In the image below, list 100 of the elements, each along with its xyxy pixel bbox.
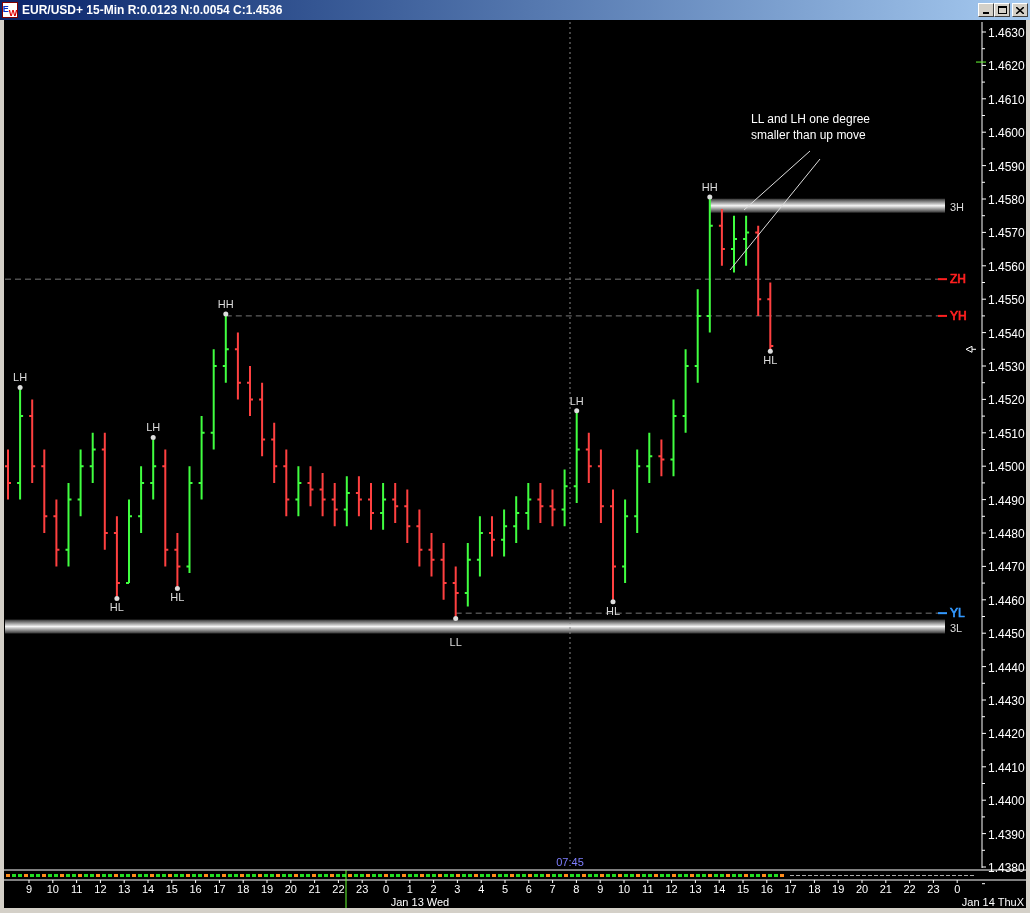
price-axis-label: 1.4570 xyxy=(988,226,1025,241)
crosshair-time-label: 07:45 xyxy=(556,856,584,868)
time-axis-label: 22 xyxy=(332,883,345,895)
pivot-label: LH xyxy=(13,371,28,384)
price-bar xyxy=(330,481,339,528)
time-axis-label: 20 xyxy=(855,883,869,895)
time-axis-label: 23 xyxy=(356,883,369,895)
price-axis-label: 1.4470 xyxy=(988,560,1025,575)
time-axis-label: 3 xyxy=(454,883,461,895)
pivot-label: HH xyxy=(217,297,234,310)
price-axis-label: 1.4420 xyxy=(988,727,1025,742)
pivot-label: LL xyxy=(449,635,462,648)
price-bar xyxy=(342,475,351,528)
pivot-dot xyxy=(453,616,459,621)
price-axis-label: 1.4450 xyxy=(988,627,1025,642)
price-bar xyxy=(282,448,291,518)
price-axis-label: 1.4390 xyxy=(988,827,1025,842)
maximize-icon xyxy=(997,6,1007,14)
price-axis-label: 1.4590 xyxy=(988,159,1025,174)
price-axis-label: 1.4480 xyxy=(988,527,1025,541)
time-axis-label: 19 xyxy=(260,883,274,895)
time-axis-label: 4 xyxy=(478,883,485,895)
pivot-label: LH xyxy=(569,394,584,407)
time-axis-label: 11 xyxy=(642,883,654,895)
price-axis-label: 1.4600 xyxy=(988,126,1025,141)
price-axis-label: 1.4620 xyxy=(988,59,1025,74)
price-bar xyxy=(766,281,775,351)
pivot-label: HH xyxy=(701,181,718,193)
pivot-label: HL xyxy=(763,354,778,367)
time-axis-label: 20 xyxy=(284,883,297,895)
pivot-label: LH xyxy=(146,421,161,434)
close-button[interactable] xyxy=(1012,3,1028,17)
price-axis-label: 1.4530 xyxy=(988,360,1025,374)
price-axis-label: 1.4500 xyxy=(988,460,1025,475)
price-line xyxy=(975,61,987,63)
pivot-dot xyxy=(223,311,229,317)
pivot-dot xyxy=(767,348,773,354)
price-bar xyxy=(415,508,424,568)
time-axis-label: 22 xyxy=(903,883,916,895)
price-axis-label: 1.4610 xyxy=(988,92,1025,107)
price-axis-label: 1.4520 xyxy=(988,393,1025,408)
time-axis-label: 7 xyxy=(549,883,556,895)
pivot-dot xyxy=(150,435,156,440)
time-axis-label: 13 xyxy=(118,883,131,895)
time-axis-label: 12 xyxy=(665,883,678,895)
maximize-button[interactable] xyxy=(994,3,1010,17)
time-axis-label: 15 xyxy=(165,883,178,895)
price-bar xyxy=(488,515,496,558)
minimize-button[interactable] xyxy=(978,3,994,17)
price-bar xyxy=(306,465,315,508)
window-title: EUR/USD+ 15-Min R:0.0123 N:0.0054 C:1.4536 xyxy=(22,2,283,19)
date-label: Jan 14 ThuX xyxy=(961,896,1024,908)
pivot-label: HL xyxy=(170,591,185,604)
price-bar xyxy=(221,314,230,384)
price-bar xyxy=(403,488,412,544)
time-axis-label: 10 xyxy=(46,883,59,895)
price-axis-label: 1.4430 xyxy=(988,694,1025,708)
price-bar xyxy=(451,565,460,618)
price-marker-icon xyxy=(965,345,979,353)
price-axis-label: 1.4580 xyxy=(988,193,1025,207)
pivot-dot xyxy=(707,194,713,200)
price-bar xyxy=(560,468,569,528)
time-axis-label: 21 xyxy=(308,883,321,895)
price-bar xyxy=(137,465,146,534)
price-bar xyxy=(270,421,279,484)
price-bar xyxy=(717,208,726,267)
price-bar xyxy=(76,448,85,518)
time-axis-label: 23 xyxy=(927,883,940,895)
price-axis-label: 1.4550 xyxy=(988,293,1025,308)
band-label: 3H xyxy=(950,200,965,213)
time-axis-label: 14 xyxy=(713,883,726,895)
pivot-dot xyxy=(574,408,580,414)
note-text: LL and LH one degree smaller than up move xyxy=(751,112,870,142)
time-axis-label: 13 xyxy=(689,883,702,895)
close-icon xyxy=(1016,6,1024,14)
time-axis-label: 19 xyxy=(832,883,845,895)
price-bar xyxy=(318,471,327,518)
time-axis-label: 21 xyxy=(879,883,892,895)
price-bar xyxy=(439,542,448,601)
pivot-dot xyxy=(610,599,616,605)
price-bar xyxy=(512,495,521,544)
price-axis-label: 1.4460 xyxy=(988,593,1025,608)
price-axis-label: 1.4510 xyxy=(988,426,1025,441)
pivot-dot xyxy=(17,384,23,390)
price-bar xyxy=(742,214,751,267)
price-axis-label: 1.4440 xyxy=(988,660,1025,675)
pivot-dot xyxy=(114,595,120,601)
time-axis-label: 18 xyxy=(808,883,821,895)
pivot-label: HL xyxy=(605,604,621,617)
time-axis-label: 6 xyxy=(525,883,532,895)
price-bar xyxy=(379,481,388,531)
time-axis-label: 17 xyxy=(213,883,226,895)
price-bar xyxy=(427,532,436,578)
time-axis-label: 16 xyxy=(760,883,773,895)
price-bar xyxy=(294,465,303,518)
price-bar xyxy=(367,481,375,531)
price-axis-label: 1.4380 xyxy=(988,861,1025,875)
price-axis-label: 1.4400 xyxy=(988,794,1025,809)
price-bar xyxy=(173,532,182,588)
time-axis-label: 2 xyxy=(430,883,437,895)
